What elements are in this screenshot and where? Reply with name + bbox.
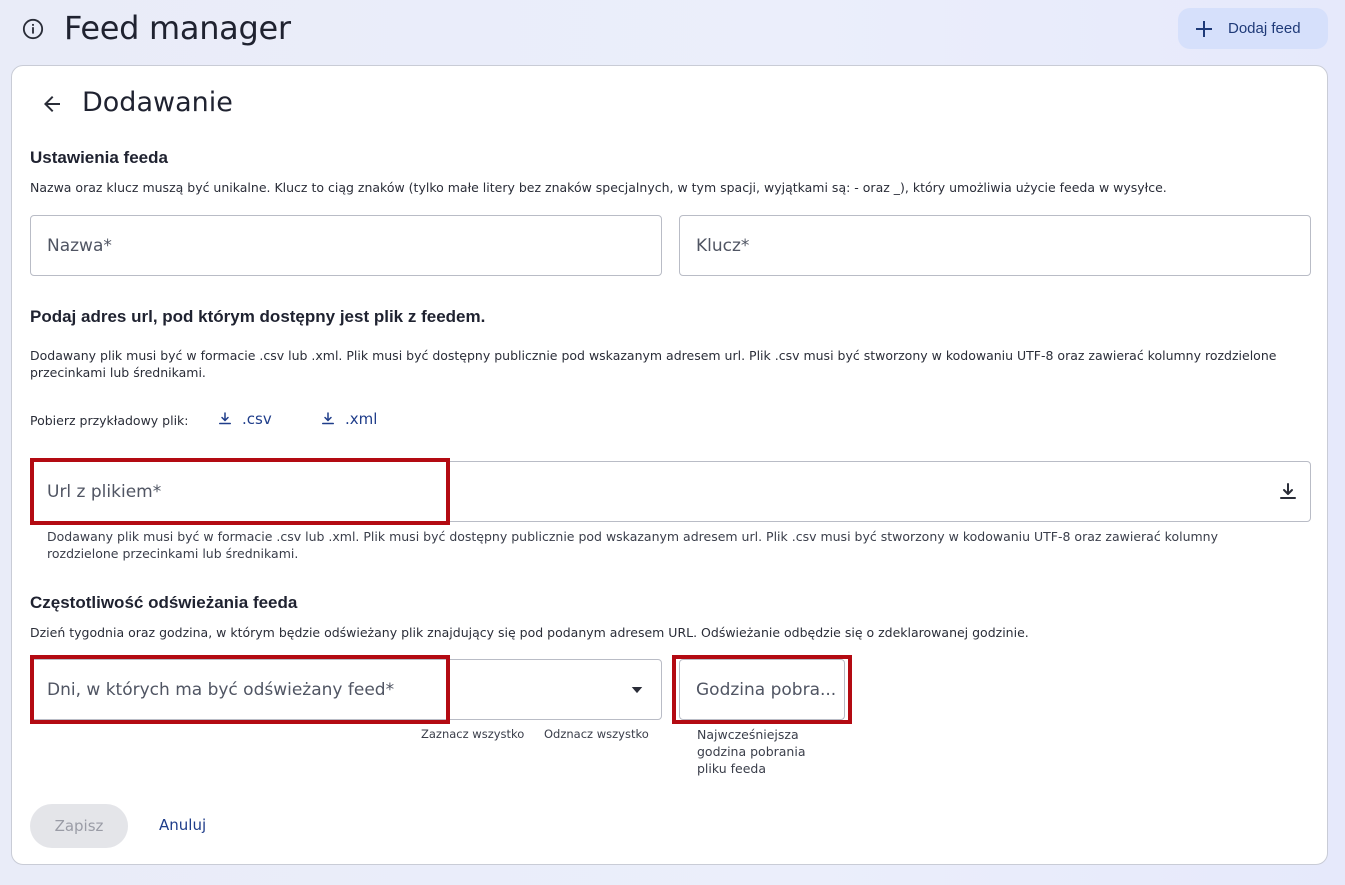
download-icon [322,412,334,425]
deselect-all-link[interactable]: Odznacz wszystko [544,727,649,741]
top-bar: Feed manager Dodaj feed [0,0,1345,60]
add-feed-button[interactable]: Dodaj feed [1178,8,1328,49]
name-field[interactable]: Nazwa* [30,215,662,276]
frequency-description: Dzień tygodnia oraz godzina, w którym bę… [30,625,1029,640]
select-all-link[interactable]: Zaznacz wszystko [421,727,524,741]
download-icon [219,412,231,425]
url-placeholder: Url z plikiem* [47,481,162,502]
plus-icon [1196,20,1212,37]
key-field[interactable]: Klucz* [679,215,1311,276]
key-placeholder: Klucz* [696,235,750,256]
back-arrow-icon[interactable] [40,92,64,116]
url-field[interactable]: Url z plikiem* [30,461,1311,522]
page-title: Feed manager [64,9,291,47]
url-heading: Podaj adres url, pod którym dostępny jes… [30,307,486,326]
days-placeholder: Dni, w których ma być odświeżany feed* [47,679,395,700]
download-xml-link[interactable]: .xml [319,410,377,428]
settings-description: Nazwa oraz klucz muszą być unikalne. Klu… [30,180,1167,195]
download-icon[interactable] [1276,480,1300,504]
form-title: Dodawanie [82,87,233,118]
download-csv-link[interactable]: .csv [216,410,272,428]
add-feed-label: Dodaj feed [1228,20,1301,37]
cancel-link[interactable]: Anuluj [159,816,206,834]
days-select[interactable]: Dni, w których ma być odświeżany feed* [30,659,662,720]
sample-file-label: Pobierz przykładowy plik: [30,413,189,428]
url-helper-text: Dodawany plik musi być w formacie .csv l… [47,529,1218,561]
info-icon[interactable] [22,18,44,40]
download-csv-label: .csv [242,410,272,428]
url-description: Dodawany plik musi być w formacie .csv l… [30,348,1277,380]
dropdown-arrow-icon [631,687,643,694]
download-xml-label: .xml [345,410,378,428]
frequency-heading: Częstotliwość odświeżania feeda [30,593,298,612]
settings-heading: Ustawienia feeda [30,148,168,167]
save-button[interactable]: Zapisz [30,804,128,848]
hour-placeholder: Godzina pobra... [696,679,837,700]
hour-field[interactable]: Godzina pobra... [679,659,845,720]
name-placeholder: Nazwa* [47,235,112,256]
hour-helper-text: Najwcześniejsza godzina pobrania pliku f… [697,727,806,776]
